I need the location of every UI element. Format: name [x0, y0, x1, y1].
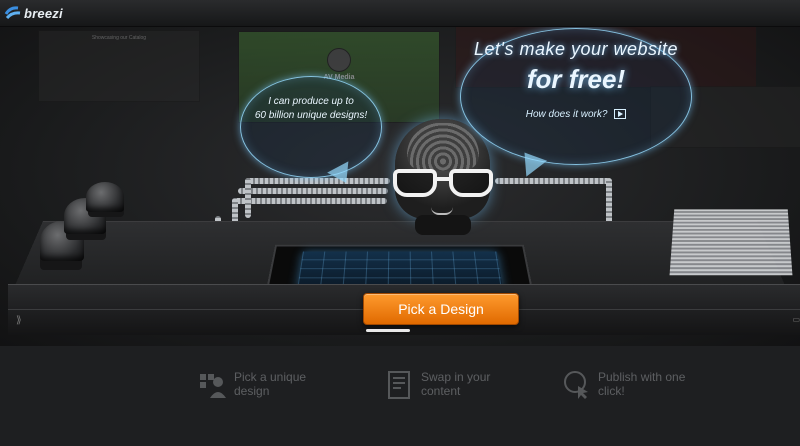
- desk-corner-icon: ⟫: [16, 315, 22, 326]
- how-it-works-label: How does it work?: [525, 109, 608, 120]
- speech-bubble-big: Let's make your website for free! How do…: [460, 28, 692, 165]
- step-swap-content: Swap in your content: [385, 370, 531, 400]
- step-pick-design: Pick a unique design: [198, 370, 344, 400]
- speech-bubble-small: I can produce up to 60 billion unique de…: [240, 76, 382, 178]
- glass-dome: [86, 182, 124, 212]
- paper-stack: [669, 209, 793, 276]
- background-screen-left: Showcasing our Catalog: [38, 30, 200, 102]
- content-document-icon: [388, 371, 410, 399]
- globe-cursor-icon: [564, 371, 588, 399]
- robot-body: [415, 215, 471, 235]
- pipe: [238, 188, 388, 194]
- step-pick-design-label: Pick a unique design: [234, 370, 307, 398]
- headline: Let's make your website: [473, 39, 679, 59]
- step-publish-label: Publish with one click!: [598, 370, 686, 398]
- speech-small-line2: 60 billion unique designs!: [254, 110, 368, 121]
- headline-emphasis: for free!: [526, 64, 626, 94]
- robot-brain: [407, 123, 479, 171]
- breezi-swirl-icon: [4, 6, 21, 20]
- pipe: [245, 178, 390, 184]
- tablet-screen: [297, 251, 503, 288]
- desk-edge-icon: ▭: [792, 315, 800, 324]
- background-avatar: [327, 48, 351, 72]
- step-swap-content-label: Swap in your content: [421, 370, 491, 398]
- background-screen-left-title: Showcasing our Catalog: [91, 35, 147, 41]
- speech-small-line1: I can produce up to: [268, 96, 354, 107]
- how-it-works-link[interactable]: How does it work?: [461, 109, 691, 120]
- breezi-logo[interactable]: breezi: [4, 3, 63, 23]
- logo-text: breezi: [24, 5, 63, 21]
- step-publish: Publish with one click!: [562, 370, 708, 400]
- person-grid-icon: [200, 374, 226, 398]
- top-bar: breezi: [0, 0, 800, 27]
- glasses-icon: [389, 169, 497, 199]
- pipe: [232, 198, 387, 204]
- steps-bar: Pick a unique design Swap in your conten…: [0, 346, 800, 446]
- pipe: [495, 178, 610, 184]
- button-indicator: [366, 329, 410, 332]
- pick-a-design-button[interactable]: Pick a Design: [363, 293, 519, 325]
- play-icon: [614, 109, 627, 120]
- pipe: [245, 178, 251, 218]
